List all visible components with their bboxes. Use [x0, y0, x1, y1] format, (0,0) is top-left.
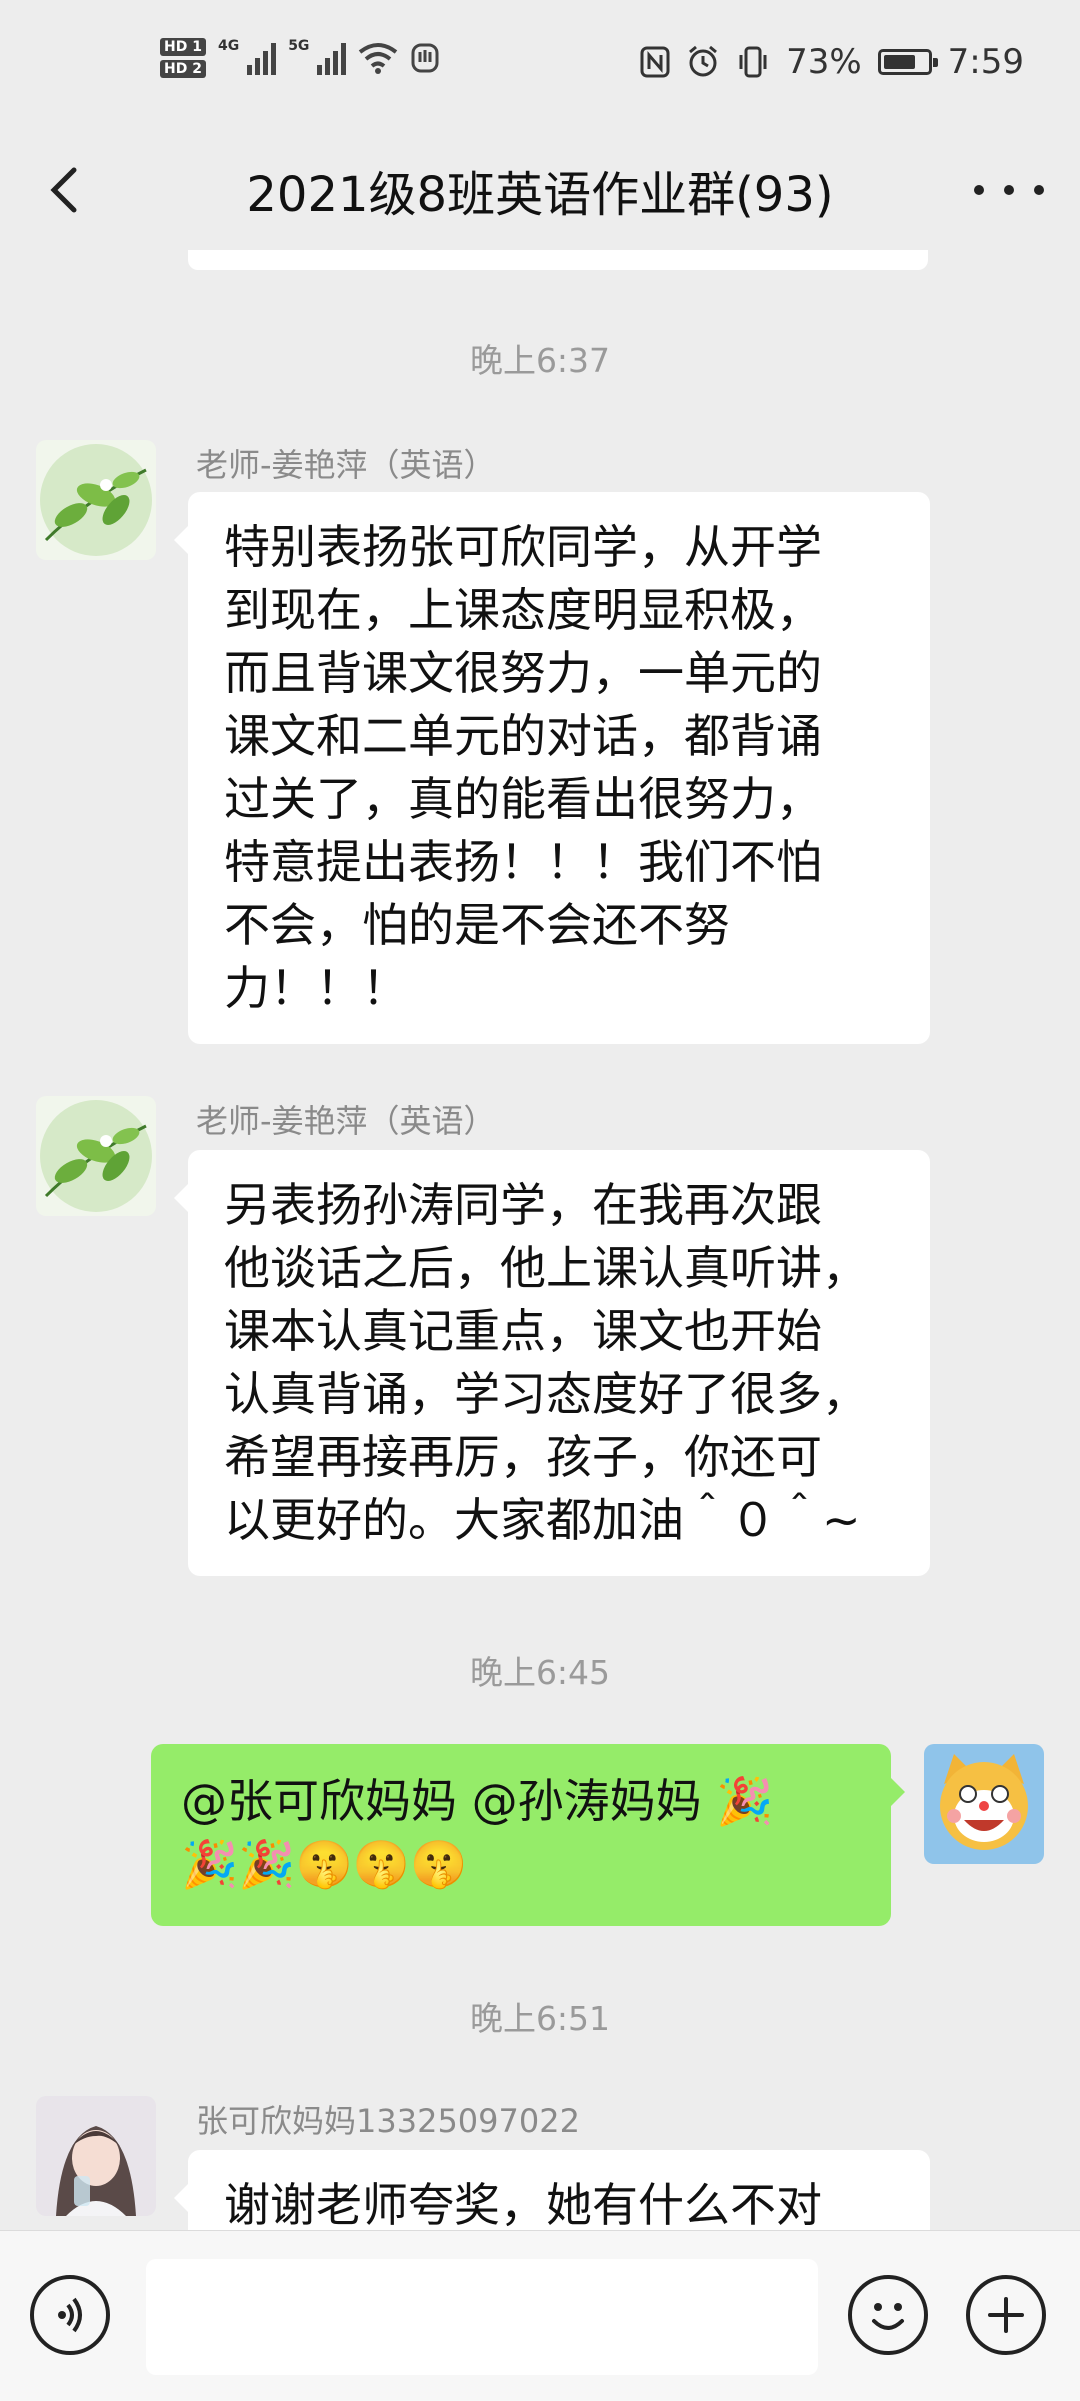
message-line: 认真背诵，学习态度好了很多， — [224, 1367, 868, 1421]
message-line: 过关了，真的能看出很努力， — [224, 772, 822, 826]
message-line: 而且背课文很努力，一单元的 — [224, 646, 822, 700]
girl-photo-avatar-image — [36, 2096, 156, 2216]
avatar-self[interactable] — [924, 1744, 1044, 1864]
hd2-label: HD 2 — [160, 60, 206, 78]
message-line: 特别表扬张可欣同学，从开学 — [224, 520, 822, 574]
net2-label: 5G — [288, 38, 310, 54]
battery-fill — [883, 55, 915, 69]
timestamp: 晚上6:51 — [469, 1999, 611, 2038]
input-bar — [0, 2230, 1080, 2401]
clock: 7:59 — [947, 42, 1024, 82]
alarm-icon — [689, 45, 718, 77]
leaf-avatar-image — [36, 440, 156, 560]
sender-name: 老师-姜艳萍（英语） — [196, 1102, 496, 1140]
nfc-icon — [640, 46, 670, 78]
add-button[interactable] — [966, 2275, 1046, 2355]
previous-message-bubble — [188, 250, 928, 270]
message-bubble[interactable]: 谢谢老师夸奖，她有什么不对 — [174, 2150, 930, 2230]
own-message-bubble[interactable]: @张可欣妈妈 @孙涛妈妈 🎉 🎉🎉🤫🤫🤫 — [151, 1744, 905, 1926]
avatar-teacher[interactable] — [36, 1096, 156, 1216]
signal-icon — [247, 41, 277, 75]
chevron-left-icon — [50, 167, 77, 213]
nav-bar: 2021级8班英语作业群(93) — [0, 130, 1080, 250]
chat-title: 2021级8班英语作业群(93) — [246, 167, 834, 223]
net1-label: 4G — [217, 38, 240, 54]
message-line: 谢谢老师夸奖，她有什么不对 — [224, 2178, 822, 2230]
message-line: 希望再接再厉，孩子，你还可 — [224, 1430, 822, 1484]
message-line: 特意提出表扬！！！我们不怕 — [224, 835, 822, 889]
plus-icon — [988, 2297, 1024, 2333]
sender-name: 张可欣妈妈13325097022 — [196, 2102, 580, 2140]
message-line: 🎉🎉🤫🤫🤫 — [181, 1837, 468, 1891]
hd-indicator: HD 1 HD 2 — [160, 38, 206, 78]
message-line: 到现在，上课态度明显积极， — [224, 583, 822, 637]
sender-name: 老师-姜艳萍（英语） — [196, 446, 496, 484]
timestamp: 晚上6:37 — [469, 341, 611, 380]
message-line: 他谈话之后，他上课认真听讲， — [224, 1241, 868, 1295]
voice-button[interactable] — [30, 2275, 110, 2355]
cartoon-cat-avatar-image — [924, 1744, 1044, 1864]
emoji-button[interactable] — [848, 2275, 928, 2355]
vibrate-icon — [739, 46, 767, 78]
battery-icon — [877, 49, 938, 75]
message-bubble[interactable]: 特别表扬张可欣同学，从开学 到现在，上课态度明显积极， 而且背课文很努力，一单元… — [174, 492, 930, 1044]
avatar-parent[interactable] — [36, 2096, 156, 2216]
timestamp: 晚上6:45 — [469, 1653, 611, 1692]
status-right: 73% 7:59 — [640, 42, 1024, 82]
message-line: 另表扬孙涛同学，在我再次跟 — [224, 1178, 822, 1232]
battery-percent: 73% — [786, 42, 862, 82]
message-line: @张可欣妈妈 @孙涛妈妈 🎉 — [181, 1774, 774, 1828]
hand-icon — [411, 43, 439, 73]
back-button[interactable] — [36, 160, 96, 220]
avatar-teacher[interactable] — [36, 440, 156, 560]
message-line: 不会，怕的是不会还不努 — [224, 898, 730, 952]
more-button[interactable] — [974, 160, 1044, 220]
message-line: 以更好的。大家都加油＾０＾~ — [224, 1493, 861, 1547]
leaf-avatar-image — [36, 1096, 156, 1216]
message-bubble[interactable]: 另表扬孙涛同学，在我再次跟 他谈话之后，他上课认真听讲， 课本认真记重点，课文也… — [174, 1150, 930, 1576]
status-bar: HD 1 HD 2 4G 5G 73% 7:59 — [0, 0, 1080, 130]
voice-icon — [58, 2297, 82, 2333]
chat-area[interactable]: 晚上6:37 老师-姜艳萍（英语） 特别表扬张可欣同学，从开学 到现在，上课态度… — [0, 250, 1080, 2230]
message-line: 课本认真记重点，课文也开始 — [224, 1304, 822, 1358]
signal-icon-2 — [317, 41, 347, 75]
wifi-icon — [359, 43, 398, 74]
more-icon — [974, 185, 984, 195]
message-line: 课文和二单元的对话，都背诵 — [224, 709, 822, 763]
message-line: 力！！！ — [224, 961, 408, 1015]
emoji-icon — [872, 2303, 904, 2330]
message-input[interactable] — [146, 2259, 818, 2375]
hd1-label: HD 1 — [160, 38, 206, 56]
status-left: HD 1 HD 2 4G 5G — [160, 38, 440, 78]
